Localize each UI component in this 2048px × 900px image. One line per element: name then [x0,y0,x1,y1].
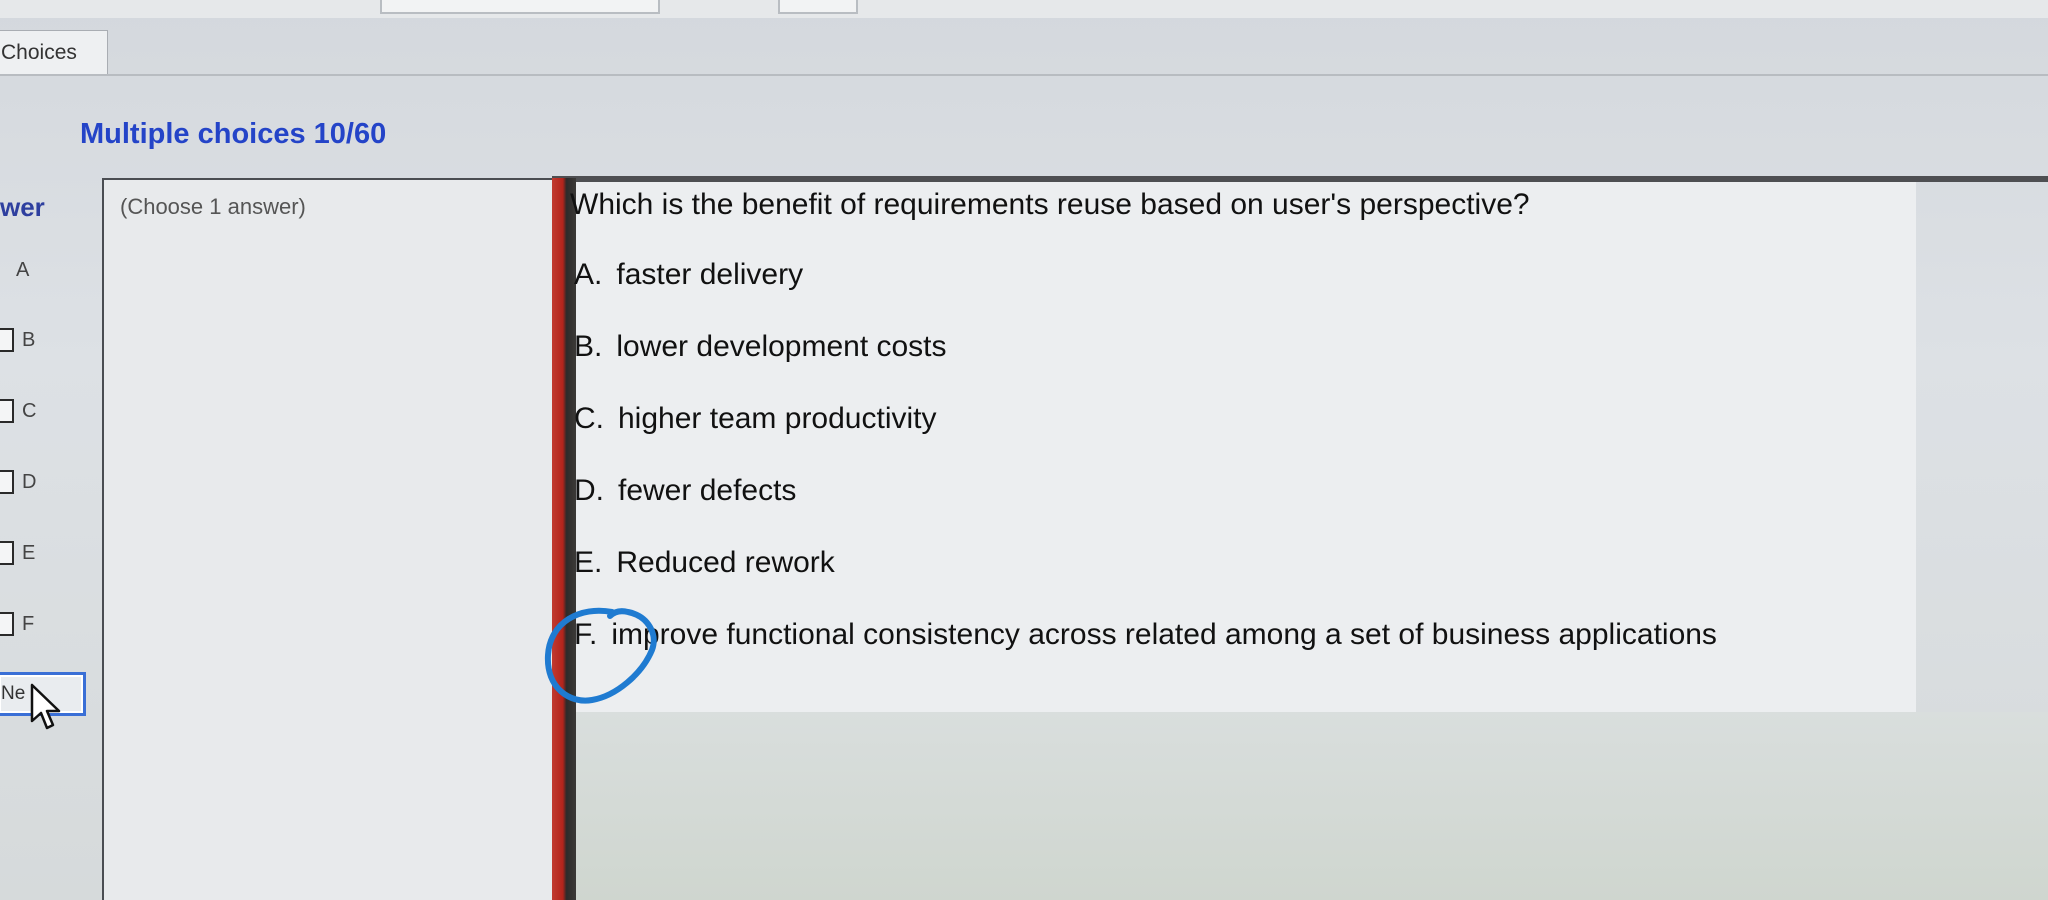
handwritten-circle-annotation [544,607,657,704]
lower-blank-area [576,712,2048,900]
option-letter-e: E. [574,546,603,579]
checkbox-d[interactable] [0,470,14,494]
option-letter-c: C. [574,402,604,435]
choice-row-f[interactable]: F [0,609,34,639]
tab-underline [0,74,2048,76]
choice-letter-c: C [22,399,37,422]
option-c: C. higher team productivity [574,402,937,436]
option-f: F. improve functional consistency across… [574,618,1717,652]
choice-row-b[interactable]: B [0,325,35,355]
option-d: D. fewer defects [574,474,796,508]
choice-row-e[interactable]: E [0,538,35,568]
instruction-panel: (Choose 1 answer) [102,178,552,900]
cursor-arrow-icon [30,683,61,730]
choice-letter-b: B [22,328,36,351]
exam-window: ▀▀▀ Choices Multiple choices 10/60 wer A… [0,0,2048,900]
choice-letter-a: A [16,258,30,281]
tab-choices-label: Choices [1,41,77,64]
checkbox-e[interactable] [0,541,14,565]
option-letter-a: A. [574,258,603,291]
option-a: A. faster delivery [574,258,803,292]
checkbox-b[interactable] [0,328,14,352]
option-text-c: higher team productivity [618,402,937,435]
option-text-b: lower development costs [616,330,947,363]
top-strip [0,0,2048,18]
top-small-field[interactable] [778,0,858,14]
option-b: B. lower development costs [574,330,947,364]
choice-row-a[interactable]: A [0,255,29,285]
option-text-f: improve functional consistency across re… [611,618,1717,651]
red-divider [552,178,576,900]
choice-letter-e: E [22,541,36,564]
option-letter-d: D. [574,474,604,507]
option-text-d: fewer defects [618,474,797,507]
choice-letter-d: D [22,470,37,493]
tab-choices[interactable]: Choices [0,30,108,74]
question-text: Which is the benefit of requirements reu… [570,188,1530,221]
checkbox-c[interactable] [0,399,14,423]
instruction-text: (Choose 1 answer) [120,194,306,219]
timer-fragment: ▀▀▀ [1040,0,1340,22]
next-button-label: Ne [1,683,26,704]
checkbox-a[interactable] [0,258,8,282]
choice-row-d[interactable]: D [0,467,36,497]
answer-column-header: wer [0,192,45,222]
choice-letter-f: F [22,612,35,635]
choice-row-c[interactable]: C [0,396,36,426]
option-text-a: faster delivery [616,258,804,291]
option-e: E. Reduced rework [574,546,835,580]
top-input-field[interactable] [380,0,660,14]
option-letter-b: B. [574,330,603,363]
option-text-e: Reduced rework [616,546,835,579]
section-title: Multiple choices 10/60 [80,118,387,150]
checkbox-f[interactable] [0,612,14,636]
